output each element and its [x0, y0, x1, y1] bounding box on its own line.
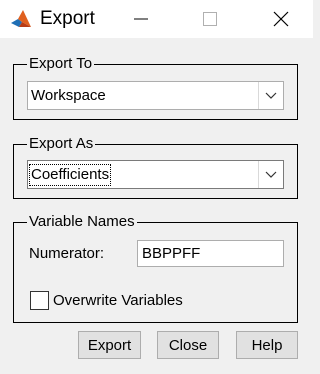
maximize-button[interactable] — [191, 5, 229, 33]
help-button[interactable]: Help — [236, 331, 298, 359]
minimize-icon — [133, 11, 149, 27]
export-to-dropdown[interactable]: Workspace — [27, 81, 284, 110]
export-as-legend: Export As — [27, 134, 96, 154]
overwrite-variables-label[interactable]: Overwrite Variables — [53, 291, 183, 311]
export-to-legend: Export To — [27, 54, 95, 74]
chevron-down-icon[interactable] — [258, 82, 283, 109]
variable-names-group: Variable Names Numerator: BBPPFF Overwri… — [13, 212, 298, 323]
close-window-button[interactable] — [262, 5, 300, 33]
maximize-icon — [202, 11, 218, 27]
window-title: Export — [40, 8, 95, 29]
export-to-value: Workspace — [31, 87, 106, 104]
numerator-label: Numerator: — [29, 245, 105, 262]
title-bar: Export — [0, 0, 313, 38]
export-button[interactable]: Export — [78, 331, 141, 359]
numerator-value: BBPPFF — [142, 245, 201, 262]
minimize-button[interactable] — [122, 5, 160, 33]
export-as-value: Coefficients — [28, 164, 112, 186]
variable-names-legend: Variable Names — [27, 212, 137, 232]
export-as-group: Export As Coefficients — [13, 134, 298, 199]
close-icon — [273, 11, 289, 27]
close-button[interactable]: Close — [157, 331, 219, 359]
export-to-group: Export To Workspace — [13, 54, 298, 120]
overwrite-variables-checkbox[interactable] — [30, 291, 49, 310]
matlab-logo-icon — [9, 7, 33, 31]
export-as-dropdown[interactable]: Coefficients — [27, 160, 284, 189]
chevron-down-icon[interactable] — [258, 161, 283, 188]
numerator-input[interactable]: BBPPFF — [137, 240, 284, 267]
